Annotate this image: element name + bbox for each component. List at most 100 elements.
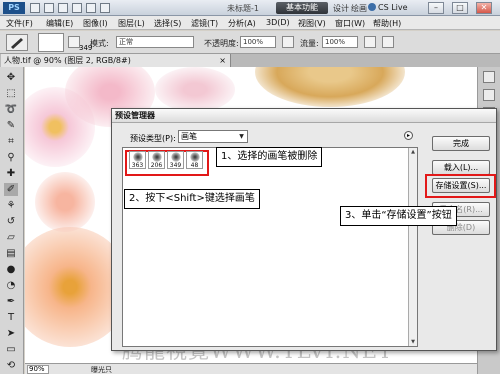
minimize-button[interactable]: – [428,2,444,14]
preset-list[interactable]: 363 206 349 48 ▲ ▼ [122,147,418,347]
pressure-opacity-icon[interactable] [282,36,294,48]
history-brush-tool-icon[interactable]: ↺ [4,215,18,228]
document-tab[interactable]: 人物.tif @ 90% (图层 2, RGB/8#) × [1,54,231,67]
menu-select[interactable]: 选择(S) [154,18,181,29]
callout-step-1: 1、选择的画笔被删除 [216,147,323,167]
shape-tool-icon[interactable]: ▭ [4,343,18,356]
chevron-down-icon: ▼ [239,133,244,140]
mini-bridge-icon[interactable] [44,3,54,13]
maximize-button[interactable]: □ [452,2,468,14]
panel-collapse-icon[interactable] [483,71,495,83]
cs-live-button[interactable]: CS Live [368,2,408,14]
scroll-down-icon[interactable]: ▼ [409,338,417,346]
toolbox: ✥ ⬚ ➰ ✎ ⌗ ⚲ ✚ ✐ ⚘ ↺ ▱ ▤ ● ◔ ✒ T ➤ ▭ ⟲ [0,67,24,374]
view-extras-icon[interactable] [58,3,68,13]
brush-tip-icon [190,152,200,162]
pressure-size-icon[interactable] [382,36,394,48]
brush-preset-picker[interactable]: 349 [38,33,92,52]
brush-preset-item[interactable]: 48 [186,151,203,169]
marquee-tool-icon[interactable]: ⬚ [4,87,18,100]
menu-image[interactable]: 图像(I) [83,18,108,29]
photoshop-logo: PS [3,2,25,14]
3d-rotate-tool-icon[interactable]: ⟲ [4,359,18,372]
blur-tool-icon[interactable]: ● [4,263,18,276]
preset-type-select[interactable]: 画笔 ▼ [178,130,248,143]
document-tab-bar: 人物.tif @ 90% (图层 2, RGB/8#) × [0,54,500,67]
move-tool-icon[interactable]: ✥ [4,71,18,84]
opacity-field[interactable]: 100% [240,36,276,48]
brush-tool-icon [11,38,23,49]
path-selection-tool-icon[interactable]: ➤ [4,327,18,340]
clone-stamp-tool-icon[interactable]: ⚘ [4,199,18,212]
menu-analysis[interactable]: 分析(A) [228,18,256,29]
dialog-title: 预设管理器 [112,109,496,123]
arrange-documents-icon[interactable] [100,3,110,13]
menu-bar: 文件(F) 编辑(E) 图像(I) 图层(L) 选择(S) 滤镜(T) 分析(A… [0,16,500,30]
brush-size-label: 48 [190,162,199,169]
status-bar: 90% 曝光只 [25,363,477,374]
brush-panel-toggle-icon[interactable] [68,36,80,48]
pen-tool-icon[interactable]: ✒ [4,295,18,308]
menu-file[interactable]: 文件(F) [6,18,33,29]
brush-preset-item[interactable]: 206 [148,151,165,169]
brush-size-label: 363 [131,162,144,169]
dodge-tool-icon[interactable]: ◔ [4,279,18,292]
brush-preset-item[interactable]: 349 [167,151,184,169]
document-tab-label: 人物.tif @ 90% (图层 2, RGB/8#) [4,56,131,65]
menu-view[interactable]: 视图(V) [298,18,326,29]
close-document-icon[interactable]: × [219,54,226,67]
mode-select[interactable]: 正常 [116,36,194,48]
history-panel-icon[interactable] [483,89,495,101]
menu-window[interactable]: 窗口(W) [335,18,365,29]
preset-type-value: 画笔 [181,132,197,141]
opacity-label: 不透明度: [204,39,239,48]
menu-3d[interactable]: 3D(D) [266,18,290,27]
zoom-level-icon[interactable] [72,3,82,13]
brush-size-label: 349 [169,162,182,169]
eraser-tool-icon[interactable]: ▱ [4,231,18,244]
zoom-field[interactable]: 90% [27,365,49,374]
flower-image [155,67,235,112]
tool-preset-picker[interactable] [6,34,28,51]
bridge-icon[interactable] [30,3,40,13]
flow-label: 流量: [300,39,319,48]
mode-label: 模式: [90,39,109,48]
document-title: 未标题-1 [227,4,259,13]
workspace-design-link[interactable]: 设计 [333,3,349,14]
flow-field[interactable]: 100% [322,36,358,48]
healing-brush-tool-icon[interactable]: ✚ [4,167,18,180]
brush-tool-icon-active[interactable]: ✐ [4,183,18,196]
status-info[interactable]: 曝光只 [91,365,112,374]
type-tool-icon[interactable]: T [4,311,18,324]
menu-help[interactable]: 帮助(H) [373,18,401,29]
done-button[interactable]: 完成 [432,136,490,151]
lasso-tool-icon[interactable]: ➰ [4,103,18,116]
quick-selection-tool-icon[interactable]: ✎ [4,119,18,132]
preset-manager-dialog: 预设管理器 预设类型(P): 画笔 ▼ ▸ 363 206 349 48 ▲ ▼… [111,108,497,351]
brush-tip-icon [171,152,181,162]
workspace-essentials-button[interactable]: 基本功能 [276,2,328,14]
callout-step-3: 3、单击“存储设置”按钮 [340,206,457,226]
menu-edit[interactable]: 编辑(E) [46,18,73,29]
gradient-tool-icon[interactable]: ▤ [4,247,18,260]
cs-live-icon [368,3,376,11]
airbrush-icon[interactable] [364,36,376,48]
panel-menu-icon[interactable]: ▸ [404,131,413,140]
close-window-button[interactable]: ✕ [476,2,492,14]
load-button[interactable]: 载入(L)... [432,160,490,175]
brush-tip-icon [133,152,143,162]
menu-layer[interactable]: 图层(L) [118,18,145,29]
crop-tool-icon[interactable]: ⌗ [4,135,18,148]
brush-tip-icon [152,152,162,162]
flower-image [35,172,95,232]
eyedropper-tool-icon[interactable]: ⚲ [4,151,18,164]
preset-list-scrollbar[interactable]: ▲ ▼ [408,148,417,346]
menu-filter[interactable]: 滤镜(T) [191,18,218,29]
hand-tool-icon[interactable] [86,3,96,13]
save-settings-button[interactable]: 存储设置(S)... [432,178,490,193]
brush-preset-item[interactable]: 363 [129,151,146,169]
workspace-paint-link[interactable]: 绘画 [351,3,367,14]
scroll-up-icon[interactable]: ▲ [409,148,417,156]
hair-image [255,67,405,107]
preset-type-label: 预设类型(P): [130,134,176,143]
